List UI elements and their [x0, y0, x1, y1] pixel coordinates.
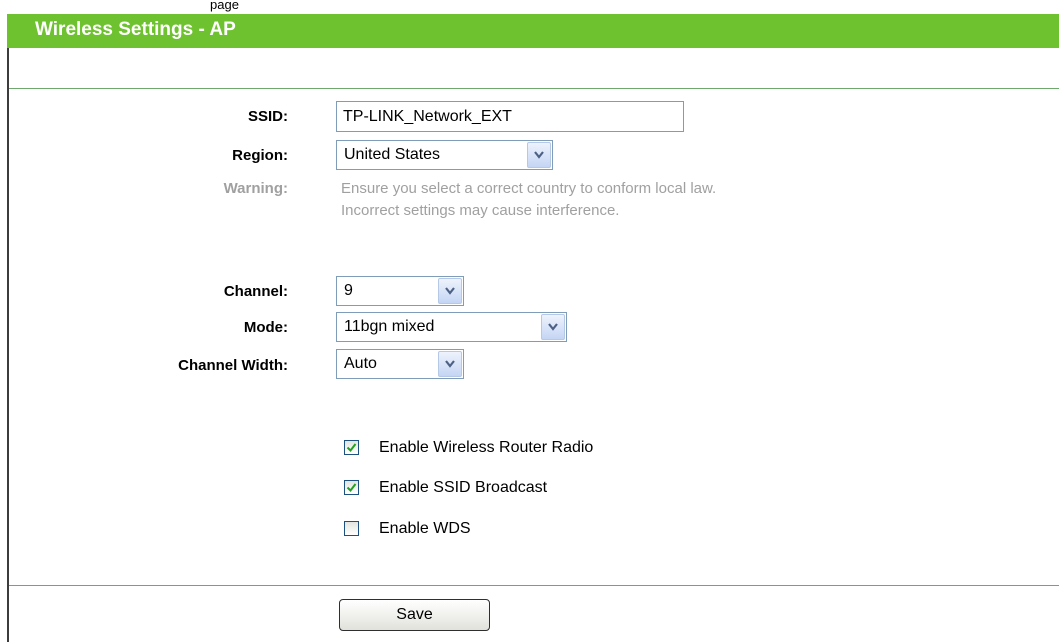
page-heading-fragment: page [210, 0, 239, 12]
channel-width-value: Auto [344, 355, 377, 372]
ssid-label: SSID: [247, 108, 288, 125]
page-title: Wireless Settings - AP [35, 19, 236, 40]
warning-text-line1: Ensure you select a correct country to c… [341, 180, 717, 197]
channel-select[interactable]: 9 [336, 276, 464, 306]
checkmark-icon [346, 443, 357, 453]
enable-wds-label[interactable]: Enable WDS [379, 520, 471, 538]
title-bar: Wireless Settings - AP [7, 14, 1059, 48]
divider-top [9, 88, 1059, 89]
channel-value: 9 [344, 282, 353, 299]
enable-wireless-router-radio-label[interactable]: Enable Wireless Router Radio [379, 439, 593, 457]
region-value: United States [344, 146, 441, 163]
channel-width-select[interactable]: Auto [336, 349, 464, 379]
region-select[interactable]: United States [336, 140, 553, 170]
warning-text-line2: Incorrect settings may cause interferenc… [341, 202, 620, 219]
mode-select[interactable]: 11bgn mixed [336, 312, 567, 342]
save-button[interactable]: Save [339, 599, 490, 631]
enable-wireless-router-radio-checkbox[interactable] [344, 440, 359, 455]
channel-label: Channel: [223, 283, 288, 300]
ssid-input[interactable] [336, 101, 684, 132]
mode-value: 11bgn mixed [344, 318, 435, 335]
chevron-down-icon[interactable] [541, 314, 565, 340]
enable-ssid-broadcast-checkbox[interactable] [344, 480, 359, 495]
region-label: Region: [232, 147, 288, 164]
checkmark-icon [346, 483, 357, 493]
enable-ssid-broadcast-label[interactable]: Enable SSID Broadcast [379, 479, 547, 497]
enable-wds-checkbox[interactable] [344, 521, 359, 536]
channel-width-label: Channel Width: [178, 357, 288, 374]
mode-label: Mode: [243, 319, 288, 336]
chevron-down-icon[interactable] [438, 278, 462, 304]
chevron-down-icon[interactable] [438, 351, 462, 377]
divider-bottom [9, 585, 1059, 586]
chevron-down-icon[interactable] [527, 142, 551, 168]
warning-label: Warning: [223, 180, 288, 197]
